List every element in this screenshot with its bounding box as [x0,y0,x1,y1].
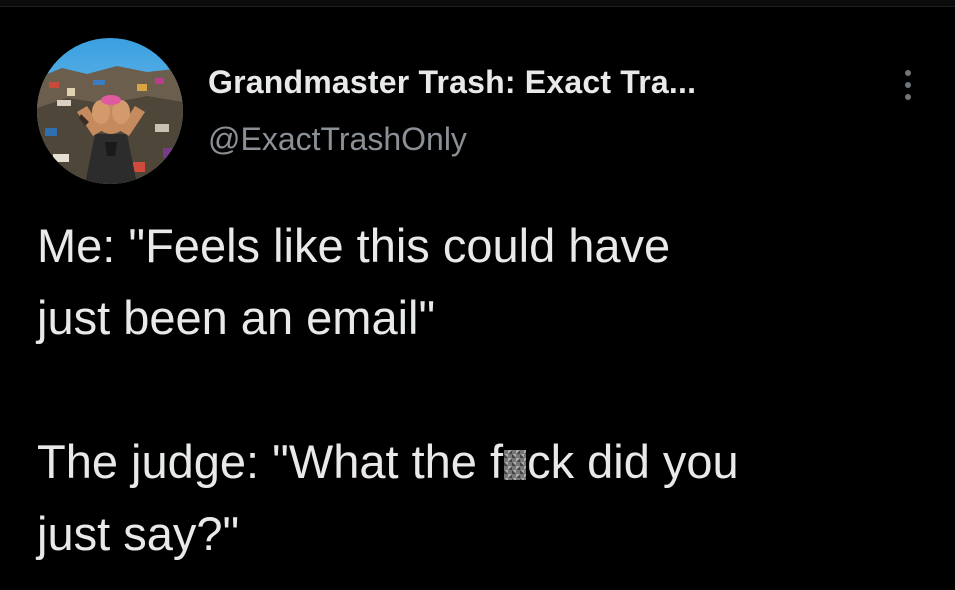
tweet-text: Me: "Feels like this could have just bee… [37,210,942,570]
author-display-name[interactable]: Grandmaster Trash: Exact Tra... [208,64,696,101]
tweet-line: The judge: "What the f ck did you [37,426,942,498]
more-vertical-icon[interactable] [896,66,920,104]
menu-dot [905,82,911,88]
avatar[interactable] [37,38,183,184]
tweet-line: just say?" [37,498,942,570]
tweet-card: Grandmaster Trash: Exact Tra... @ExactTr… [0,0,955,590]
trash-heap-person-avatar-icon [37,38,183,184]
tweet-line-text: ck did you [527,435,739,488]
tweet-line: Me: "Feels like this could have [37,210,942,282]
tweet-line: just been an email" [37,282,942,354]
tweet-line-text: Me: "Feels like this could have [37,219,671,272]
tweet-line-text: just say?" [37,507,240,560]
censored-letter-mosaic [504,450,527,480]
tweet-line-text: The judge: "What the f [37,435,504,488]
tweet-line-text: just been an email" [37,291,436,344]
author-handle[interactable]: @ExactTrashOnly [208,121,467,158]
menu-dot [905,94,911,100]
menu-dot [905,70,911,76]
